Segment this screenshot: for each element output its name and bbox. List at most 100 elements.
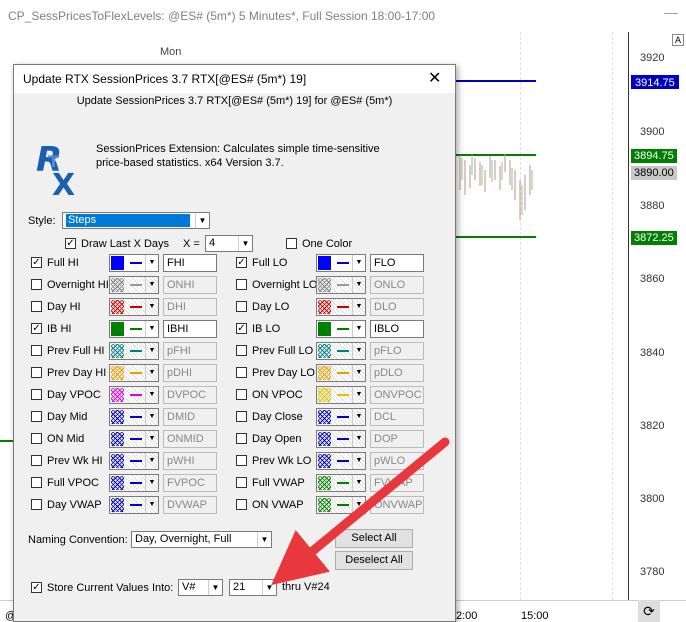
- full-vwap-checkbox[interactable]: [236, 477, 247, 488]
- ib-lo-color-picker[interactable]: ▼: [316, 320, 366, 338]
- day-vwap-name-input[interactable]: DVWAP: [163, 496, 217, 514]
- full-hi-name-input[interactable]: FHI: [163, 254, 217, 272]
- day-close-color-picker[interactable]: ▼: [316, 408, 366, 426]
- store-var-select[interactable]: V# ▼: [178, 579, 223, 596]
- day-vpoc-color-picker[interactable]: ▼: [109, 386, 159, 404]
- prev-full-hi-color-picker[interactable]: ▼: [109, 342, 159, 360]
- naming-select[interactable]: Day, Overnight, Full ▼: [131, 531, 272, 548]
- on-mid-color-picker[interactable]: ▼: [109, 430, 159, 448]
- prev-day-lo-checkbox[interactable]: [236, 367, 247, 378]
- on-vwap-checkbox[interactable]: [236, 499, 247, 510]
- prev-day-lo-name-input[interactable]: pDLO: [370, 364, 424, 382]
- style-value: Steps: [66, 214, 190, 227]
- line-style-icon: [334, 389, 352, 401]
- close-icon[interactable]: ✕: [428, 68, 441, 88]
- day-hi-name-input[interactable]: DHI: [163, 298, 217, 316]
- ib-hi-color-picker[interactable]: ▼: [109, 320, 159, 338]
- overnight-lo-checkbox[interactable]: [236, 279, 247, 290]
- prev-full-hi-name-input[interactable]: pFHI: [163, 342, 217, 360]
- day-hi-checkbox[interactable]: [31, 301, 42, 312]
- color-swatch: [318, 410, 331, 424]
- prev-day-hi-name-input[interactable]: pDHI: [163, 364, 217, 382]
- prev-full-hi-checkbox[interactable]: [31, 345, 42, 356]
- deselect-all-button[interactable]: Deselect All: [335, 551, 413, 570]
- ib-lo-label: IB LO: [252, 323, 281, 335]
- axis-a-badge[interactable]: A: [672, 34, 684, 46]
- full-hi-color-picker[interactable]: ▼: [109, 254, 159, 272]
- day-vwap-color-picker[interactable]: ▼: [109, 496, 159, 514]
- day-mid-checkbox[interactable]: [31, 411, 42, 422]
- price-axis[interactable]: [628, 32, 686, 600]
- x-days-select[interactable]: 4 ▼: [205, 235, 253, 252]
- overnight-hi-color-picker[interactable]: ▼: [109, 276, 159, 294]
- line-style-icon: [127, 301, 145, 313]
- prev-wk-lo-checkbox[interactable]: [236, 455, 247, 466]
- day-close-name-input[interactable]: DCL: [370, 408, 424, 426]
- reload-icon[interactable]: ⟳: [638, 600, 660, 622]
- style-select[interactable]: Steps ▼: [62, 212, 210, 229]
- on-vpoc-color-picker[interactable]: ▼: [316, 386, 366, 404]
- line-style-icon: [127, 433, 145, 445]
- select-all-button[interactable]: Select All: [335, 529, 413, 548]
- store-num-select[interactable]: 21 ▼: [229, 579, 277, 596]
- overnight-lo-name-input[interactable]: ONLO: [370, 276, 424, 294]
- overnight-hi-checkbox[interactable]: [31, 279, 42, 290]
- prev-day-lo-color-picker[interactable]: ▼: [316, 364, 366, 382]
- day-open-name-input[interactable]: DOP: [370, 430, 424, 448]
- full-vpoc-checkbox[interactable]: [31, 477, 42, 488]
- x-value: 4: [209, 237, 216, 249]
- prev-full-lo-name-input[interactable]: pFLO: [370, 342, 424, 360]
- day-open-checkbox[interactable]: [236, 433, 247, 444]
- full-lo-color-picker[interactable]: ▼: [316, 254, 366, 272]
- full-lo-checkbox[interactable]: ✓: [236, 257, 247, 268]
- full-vwap-label: Full VWAP: [252, 477, 305, 489]
- prev-wk-hi-color-picker[interactable]: ▼: [109, 452, 159, 470]
- day-close-checkbox[interactable]: [236, 411, 247, 422]
- store-values-checkbox[interactable]: ✓: [31, 582, 42, 593]
- day-vwap-checkbox[interactable]: [31, 499, 42, 510]
- day-lo-name-input[interactable]: DLO: [370, 298, 424, 316]
- prev-wk-hi-name-input[interactable]: pWHI: [163, 452, 217, 470]
- full-vwap-name-input[interactable]: FVWAP: [370, 474, 424, 492]
- day-lo-checkbox[interactable]: [236, 301, 247, 312]
- day-mid-color-picker[interactable]: ▼: [109, 408, 159, 426]
- on-mid-checkbox[interactable]: [31, 433, 42, 444]
- full-hi-checkbox[interactable]: ✓: [31, 257, 42, 268]
- prev-wk-hi-checkbox[interactable]: [31, 455, 42, 466]
- on-mid-name-input[interactable]: ONMID: [163, 430, 217, 448]
- level-line-iblo: [456, 236, 536, 238]
- on-vpoc-checkbox[interactable]: [236, 389, 247, 400]
- ib-hi-checkbox[interactable]: ✓: [31, 323, 42, 334]
- on-vpoc-name-input[interactable]: ONVPOC: [370, 386, 424, 404]
- minimize-button[interactable]: —: [664, 4, 678, 20]
- day-open-label: Day Open: [252, 433, 302, 445]
- prev-day-hi-color-picker[interactable]: ▼: [109, 364, 159, 382]
- prev-day-lo-label: Prev Day LO: [252, 367, 315, 379]
- on-vwap-color-picker[interactable]: ▼: [316, 496, 366, 514]
- prev-full-lo-color-picker[interactable]: ▼: [316, 342, 366, 360]
- draw-last-checkbox[interactable]: ✓: [65, 238, 76, 249]
- full-lo-name-input[interactable]: FLO: [370, 254, 424, 272]
- day-open-color-picker[interactable]: ▼: [316, 430, 366, 448]
- day-vpoc-checkbox[interactable]: [31, 389, 42, 400]
- ib-lo-checkbox[interactable]: ✓: [236, 323, 247, 334]
- day-vpoc-name-input[interactable]: DVPOC: [163, 386, 217, 404]
- day-lo-color-picker[interactable]: ▼: [316, 298, 366, 316]
- one-color-checkbox[interactable]: [286, 238, 297, 249]
- overnight-lo-color-picker[interactable]: ▼: [316, 276, 366, 294]
- full-vpoc-name-input[interactable]: FVPOC: [163, 474, 217, 492]
- prev-wk-lo-color-picker[interactable]: ▼: [316, 452, 366, 470]
- full-vwap-color-picker[interactable]: ▼: [316, 474, 366, 492]
- day-hi-color-picker[interactable]: ▼: [109, 298, 159, 316]
- color-swatch: [111, 432, 124, 446]
- day-mid-name-input[interactable]: DMID: [163, 408, 217, 426]
- prev-day-hi-checkbox[interactable]: [31, 367, 42, 378]
- prev-wk-lo-name-input[interactable]: pWLO: [370, 452, 424, 470]
- full-vpoc-color-picker[interactable]: ▼: [109, 474, 159, 492]
- prev-full-hi-label: Prev Full HI: [47, 345, 105, 357]
- ib-lo-name-input[interactable]: IBLO: [370, 320, 424, 338]
- prev-full-lo-checkbox[interactable]: [236, 345, 247, 356]
- ib-hi-name-input[interactable]: IBHI: [163, 320, 217, 338]
- overnight-hi-name-input[interactable]: ONHI: [163, 276, 217, 294]
- on-vwap-name-input[interactable]: ONVWAP: [370, 496, 424, 514]
